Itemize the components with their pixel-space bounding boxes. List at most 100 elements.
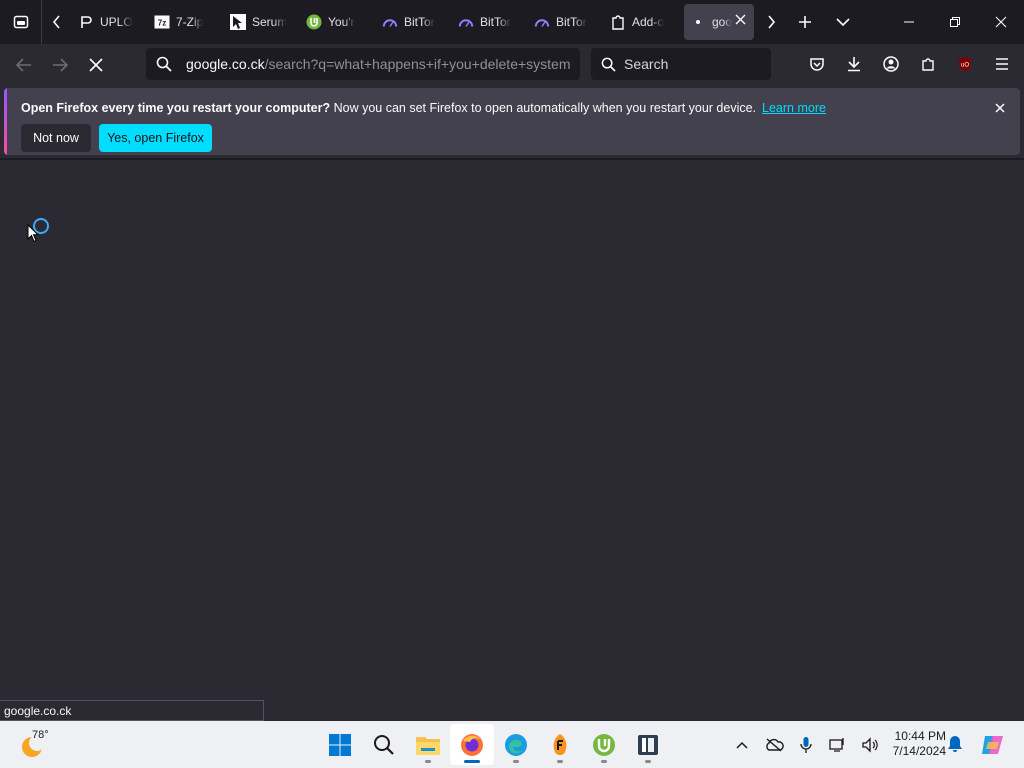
firefox-view-icon bbox=[13, 15, 28, 29]
running-indicator bbox=[464, 760, 480, 763]
fl-studio-icon bbox=[553, 733, 567, 755]
close-notification-icon[interactable] bbox=[994, 102, 1006, 114]
notification-bar: Open Firefox every time you restart your… bbox=[4, 88, 1020, 155]
firefox-icon bbox=[461, 733, 483, 756]
chevron-left-icon bbox=[52, 15, 60, 29]
taskbar-search-button[interactable] bbox=[362, 724, 406, 765]
account-button[interactable] bbox=[874, 49, 907, 79]
svg-text:uO: uO bbox=[960, 63, 968, 69]
tab[interactable]: BitTor bbox=[528, 4, 604, 40]
network-icon bbox=[829, 737, 844, 752]
search-icon bbox=[156, 56, 172, 72]
tab[interactable]: You'r bbox=[300, 4, 376, 40]
notification-message: Open Firefox every time you restart your… bbox=[21, 101, 826, 115]
clock-time: 10:44 PM bbox=[894, 729, 946, 743]
back-button[interactable] bbox=[6, 49, 42, 81]
page-content[interactable] bbox=[0, 160, 1024, 721]
search-icon bbox=[374, 734, 394, 755]
restore-button[interactable] bbox=[932, 0, 978, 44]
search-placeholder: Search bbox=[624, 56, 669, 72]
taskbar-fl-studio[interactable] bbox=[538, 724, 582, 765]
taskbar-edge[interactable] bbox=[494, 724, 538, 765]
close-window-button[interactable] bbox=[978, 0, 1024, 44]
forward-button[interactable] bbox=[42, 49, 78, 81]
pocket-icon bbox=[809, 58, 824, 71]
taskbar-file-explorer[interactable] bbox=[406, 724, 450, 765]
running-indicator bbox=[557, 760, 563, 763]
tab[interactable]: UPLO bbox=[72, 4, 148, 40]
restore-icon bbox=[950, 17, 960, 27]
tab-title: BitTor bbox=[404, 15, 435, 29]
tab-title: Add-o bbox=[632, 15, 665, 29]
speaker-icon bbox=[862, 736, 878, 753]
puzzle-icon bbox=[921, 58, 934, 71]
pocket-button[interactable] bbox=[800, 49, 833, 79]
tab-title: Serum bbox=[252, 15, 288, 29]
tab-title: UPLO bbox=[100, 15, 133, 29]
ublock-button[interactable]: uO bbox=[948, 49, 981, 79]
microphone-tray[interactable] bbox=[792, 730, 820, 760]
tab-title: BitTor bbox=[556, 15, 587, 29]
chevron-up-icon bbox=[736, 741, 748, 749]
hamburger-menu-icon bbox=[995, 58, 1008, 70]
yes-open-firefox-button[interactable]: Yes, open Firefox bbox=[99, 124, 212, 152]
tab[interactable]: Serum bbox=[224, 4, 300, 40]
7zip-icon: 7z bbox=[154, 14, 170, 30]
start-button[interactable] bbox=[318, 724, 362, 765]
tab-title: You'r bbox=[328, 15, 355, 29]
notification-text: Now you can set Firefox to open automati… bbox=[330, 101, 757, 115]
tab-title: BitTor bbox=[480, 15, 511, 29]
ida-icon bbox=[638, 734, 658, 755]
url-path: /search?q=what+happens+if+you+delete+sys… bbox=[264, 56, 571, 72]
tab-scroll-left-button[interactable] bbox=[42, 0, 72, 44]
weather-temperature: 78° bbox=[32, 729, 49, 741]
bittorrent-icon bbox=[382, 14, 398, 30]
copilot-icon[interactable] bbox=[980, 733, 1006, 757]
notification-bell-icon[interactable] bbox=[946, 735, 964, 753]
chevron-right-icon bbox=[768, 15, 776, 29]
minimize-button[interactable] bbox=[886, 0, 932, 44]
onedrive-tray[interactable] bbox=[760, 730, 788, 760]
new-tab-button[interactable] bbox=[786, 0, 824, 44]
url-text[interactable]: google.co.ck/search?q=what+happens+if+yo… bbox=[186, 56, 571, 72]
tab[interactable]: BitTor bbox=[376, 4, 452, 40]
tab-scroll-right-button[interactable] bbox=[756, 0, 786, 44]
stop-icon bbox=[89, 58, 103, 72]
taskbar-utorrent[interactable] bbox=[582, 724, 626, 765]
firefox-view-button[interactable] bbox=[0, 0, 42, 44]
arrow-left-icon bbox=[16, 58, 31, 72]
loading-dot-icon bbox=[690, 14, 706, 30]
bittorrent-icon bbox=[458, 14, 474, 30]
stop-button[interactable] bbox=[78, 49, 114, 81]
search-icon bbox=[601, 57, 616, 72]
search-bar[interactable]: Search bbox=[591, 48, 771, 80]
bittorrent-icon bbox=[534, 14, 550, 30]
taskbar-ida[interactable] bbox=[626, 724, 670, 765]
app-menu-button[interactable] bbox=[985, 49, 1018, 79]
learn-more-link[interactable]: Learn more bbox=[762, 101, 826, 115]
tab-selected[interactable]: goo bbox=[684, 4, 754, 40]
weather-widget[interactable]: 78° bbox=[18, 727, 58, 763]
running-indicator bbox=[645, 760, 651, 763]
url-host: google.co.ck bbox=[186, 56, 265, 72]
taskbar-firefox[interactable] bbox=[450, 724, 494, 765]
upload-icon bbox=[78, 14, 94, 30]
close-tab-icon[interactable] bbox=[735, 14, 746, 25]
tab[interactable]: Add-o bbox=[604, 4, 680, 40]
notification-accent bbox=[4, 88, 7, 155]
list-all-tabs-button[interactable] bbox=[824, 0, 862, 44]
show-hidden-icons-button[interactable] bbox=[728, 730, 756, 760]
chevron-down-icon bbox=[836, 18, 850, 27]
taskbar-clock[interactable]: 10:44 PM 7/14/2024 bbox=[878, 729, 946, 759]
windows-start-icon bbox=[329, 733, 351, 756]
tab[interactable]: BitTor bbox=[452, 4, 528, 40]
onedrive-offline-icon bbox=[766, 737, 784, 752]
extensions-button[interactable] bbox=[911, 49, 944, 79]
not-now-button[interactable]: Not now bbox=[21, 124, 91, 152]
tab[interactable]: 7z 7-Zip bbox=[148, 4, 224, 40]
edge-icon bbox=[505, 733, 527, 756]
address-bar[interactable]: google.co.ck/search?q=what+happens+if+yo… bbox=[146, 48, 580, 80]
network-tray[interactable] bbox=[824, 730, 852, 760]
downloads-button[interactable] bbox=[837, 49, 870, 79]
utorrent-icon bbox=[593, 733, 615, 756]
